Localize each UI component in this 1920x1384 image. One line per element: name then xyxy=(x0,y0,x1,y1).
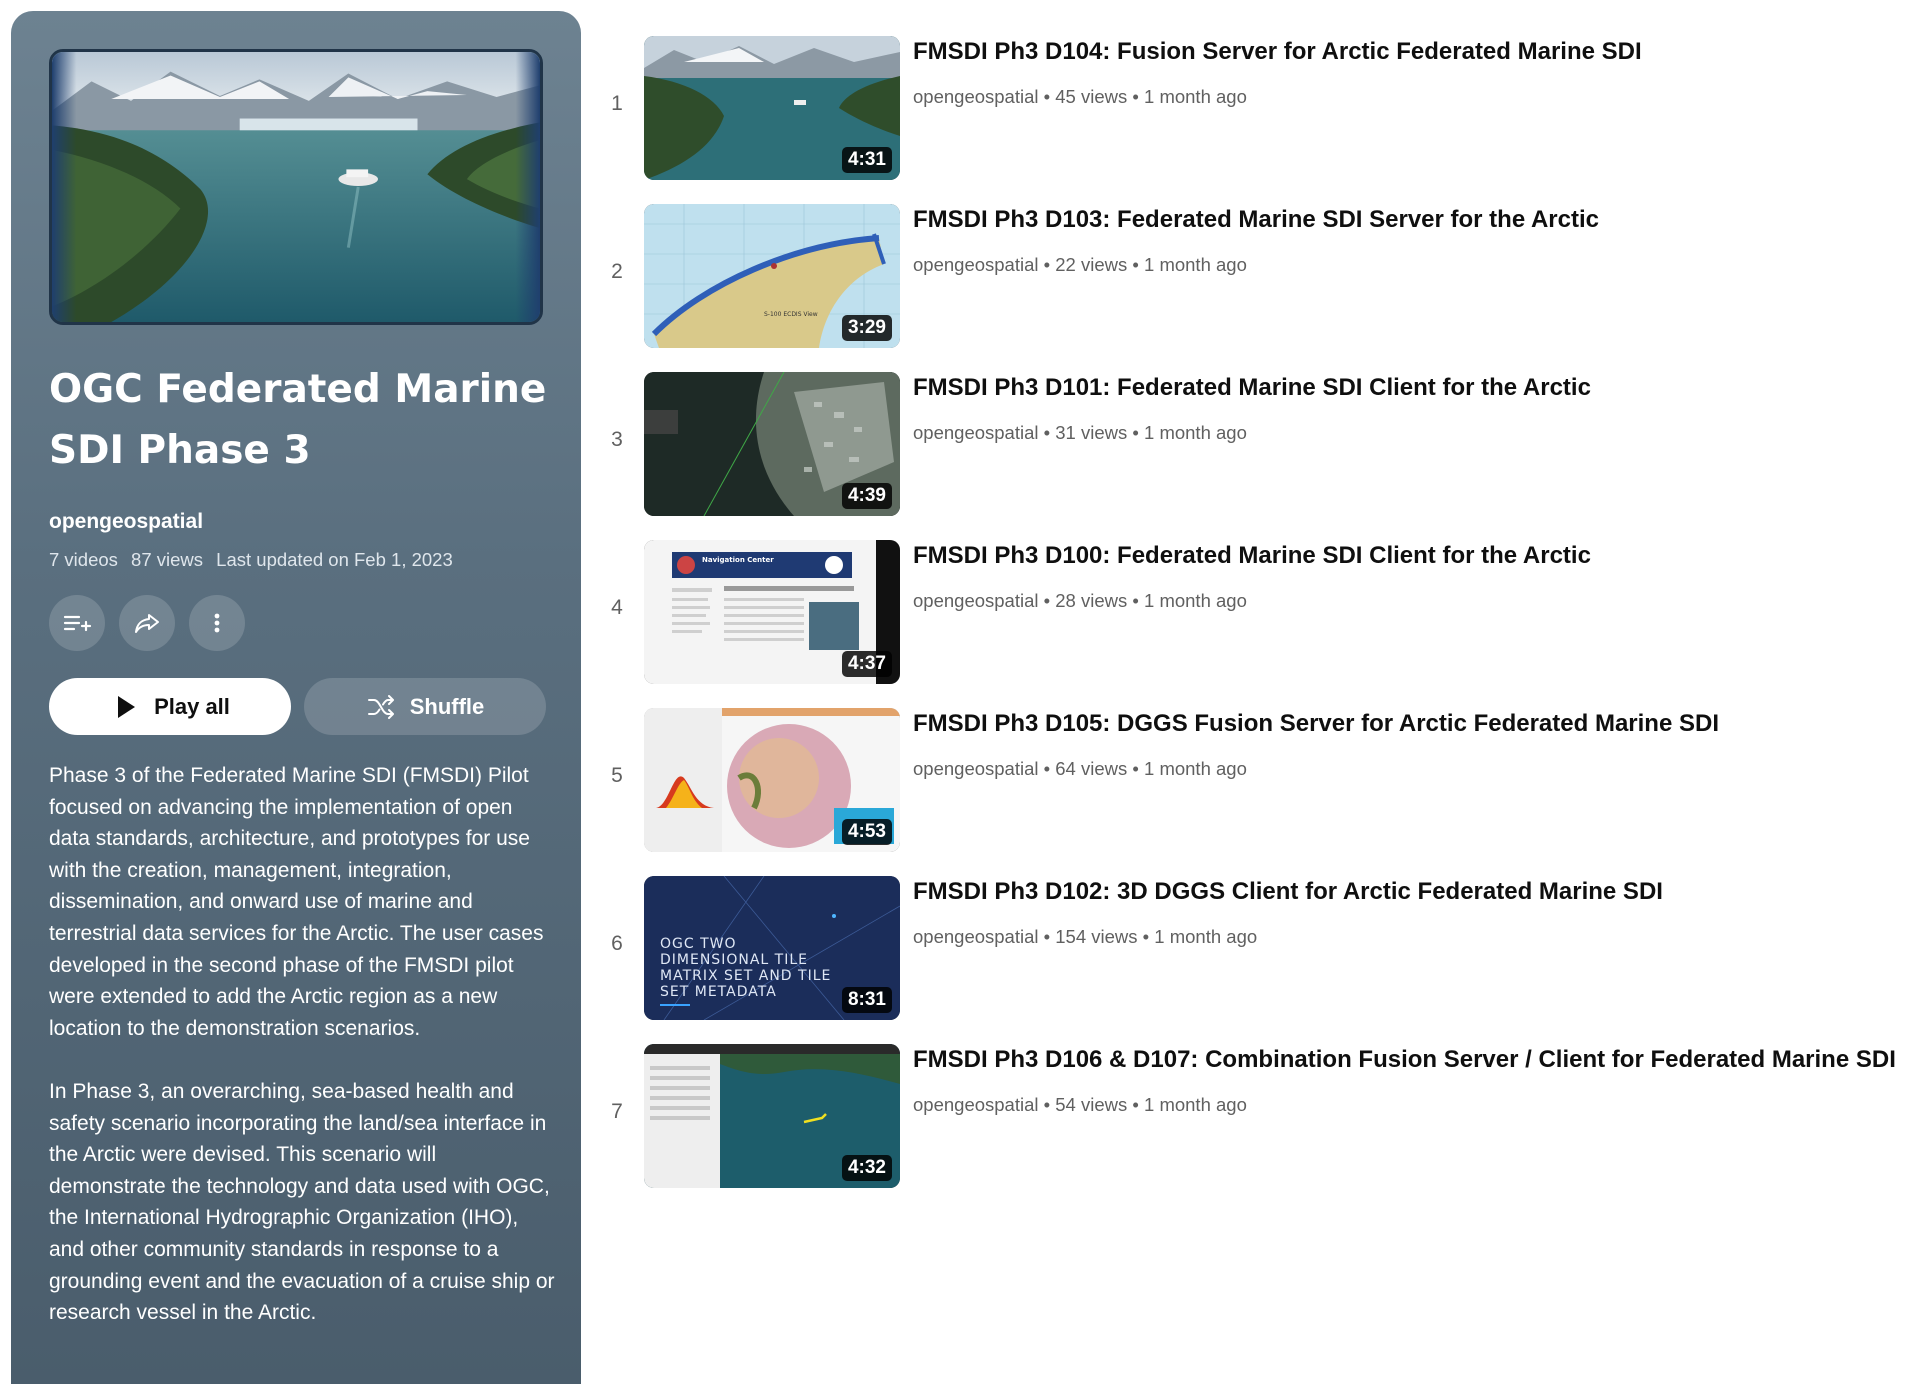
video-meta: opengeospatial • 28 views • 1 month ago xyxy=(913,590,1247,611)
video-title[interactable]: FMSDI Ph3 D105: DGGS Fusion Server for A… xyxy=(913,710,1719,738)
video-item[interactable]: 2 S-100 ECDIS View 3:29 FMSDI Ph3 D103: … xyxy=(600,204,1920,372)
video-count: 7 videos xyxy=(49,549,118,570)
video-thumbnail[interactable]: 4:39 xyxy=(644,372,900,516)
video-title[interactable]: FMSDI Ph3 D100: Federated Marine SDI Cli… xyxy=(913,542,1591,570)
play-all-label: Play all xyxy=(154,693,230,719)
video-meta: opengeospatial • 45 views • 1 month ago xyxy=(913,86,1247,107)
video-index: 2 xyxy=(611,260,623,283)
video-meta: opengeospatial • 64 views • 1 month ago xyxy=(913,758,1247,779)
video-age: 1 month ago xyxy=(1144,86,1247,107)
playlist-title: OGC Federated Marine SDI Phase 3 xyxy=(49,367,547,473)
shuffle-label: Shuffle xyxy=(409,693,485,719)
video-views: 31 views xyxy=(1055,422,1128,443)
video-title[interactable]: FMSDI Ph3 D103: Federated Marine SDI Ser… xyxy=(913,206,1599,234)
last-updated: Last updated on Feb 1, 2023 xyxy=(216,549,453,570)
playlist-thumbnail-image xyxy=(52,52,540,322)
description-paragraph: In Phase 3, an overarching, sea-based he… xyxy=(49,1079,555,1325)
video-views: 154 views xyxy=(1055,926,1138,947)
video-age: 1 month ago xyxy=(1144,1094,1247,1115)
video-item[interactable]: 1 4:31 FMSDI Ph3 D104: Fusion Server for… xyxy=(600,36,1920,204)
more-vert-icon xyxy=(214,613,220,633)
video-channel[interactable]: opengeospatial xyxy=(913,254,1039,275)
video-channel[interactable]: opengeospatial xyxy=(913,86,1039,107)
video-duration: 4:53 xyxy=(841,819,892,845)
video-index: 3 xyxy=(611,428,623,451)
video-index: 6 xyxy=(611,932,623,955)
video-thumbnail[interactable]: S-100 ECDIS View 3:29 xyxy=(644,204,900,348)
video-index: 1 xyxy=(611,92,623,115)
video-title[interactable]: FMSDI Ph3 D104: Fusion Server for Arctic… xyxy=(913,38,1642,66)
thumbnail-caption: S-100 ECDIS View xyxy=(764,311,818,318)
video-duration: 4:31 xyxy=(841,147,892,173)
video-item[interactable]: 3 4:39 FMSDI Ph3 D101: Federated Marine … xyxy=(600,372,1920,540)
play-icon xyxy=(118,695,136,718)
playlist-stats: 7 videos 87 views Last updated on Feb 1,… xyxy=(49,549,461,571)
play-all-button[interactable]: Play all xyxy=(49,678,291,735)
add-to-queue-icon xyxy=(63,615,92,632)
description-paragraph: Phase 3 of the Federated Marine SDI (FMS… xyxy=(49,764,544,1040)
playlist-thumbnail[interactable] xyxy=(49,49,543,325)
video-duration: 8:31 xyxy=(841,987,892,1013)
view-count: 87 views xyxy=(131,549,204,570)
video-duration: 4:39 xyxy=(841,483,892,509)
video-thumbnail[interactable]: 4:31 xyxy=(644,36,900,180)
thumbnail-caption: SET METADATA xyxy=(660,984,777,1000)
thumbnail-caption: Navigation Center xyxy=(702,556,774,564)
playlist-description: Phase 3 of the Federated Marine SDI (FMS… xyxy=(49,760,555,1360)
video-channel[interactable]: opengeospatial xyxy=(913,1094,1039,1115)
video-item[interactable]: 5 4:53 FMSDI Ph3 D105: DGGS Fusion Serve… xyxy=(600,708,1920,876)
video-index: 7 xyxy=(611,1100,623,1123)
play-buttons: Play all Shuffle xyxy=(49,678,546,735)
video-thumbnail[interactable]: 4:53 xyxy=(644,708,900,852)
video-channel[interactable]: opengeospatial xyxy=(913,926,1039,947)
video-duration: 4:37 xyxy=(841,651,892,677)
channel-name[interactable]: opengeospatial xyxy=(49,510,203,534)
video-item[interactable]: 6 OGC TWO DIMENSIONAL TILE MATRIX SET AN… xyxy=(600,876,1920,1044)
video-index: 4 xyxy=(611,596,623,619)
share-button[interactable] xyxy=(119,595,175,651)
video-duration: 4:32 xyxy=(841,1155,892,1181)
video-channel[interactable]: opengeospatial xyxy=(913,422,1039,443)
video-age: 1 month ago xyxy=(1144,758,1247,779)
video-channel[interactable]: opengeospatial xyxy=(913,758,1039,779)
video-title[interactable]: FMSDI Ph3 D106 & D107: Combination Fusio… xyxy=(913,1046,1896,1074)
add-to-queue-button[interactable] xyxy=(49,595,105,651)
video-meta: opengeospatial • 54 views • 1 month ago xyxy=(913,1094,1247,1115)
thumbnail-caption: DIMENSIONAL TILE xyxy=(660,952,808,968)
thumbnail-caption: OGC TWO xyxy=(660,936,737,952)
video-channel[interactable]: opengeospatial xyxy=(913,590,1039,611)
video-meta: opengeospatial • 154 views • 1 month ago xyxy=(913,926,1258,947)
shuffle-icon xyxy=(367,694,394,719)
video-item[interactable]: 7 4:32 FMSDI Ph3 D106 & D107: Combinatio… xyxy=(600,1044,1920,1212)
video-views: 28 views xyxy=(1055,590,1128,611)
video-list: 1 4:31 FMSDI Ph3 D104: Fusion Server for… xyxy=(600,36,1920,1212)
video-age: 1 month ago xyxy=(1144,590,1247,611)
video-age: 1 month ago xyxy=(1144,254,1247,275)
playlist-actions xyxy=(49,595,245,651)
video-thumbnail[interactable]: Navigation Center 4:37 xyxy=(644,540,900,684)
video-thumbnail[interactable]: 4:32 xyxy=(644,1044,900,1188)
share-icon xyxy=(135,614,159,633)
video-meta: opengeospatial • 31 views • 1 month ago xyxy=(913,422,1247,443)
video-age: 1 month ago xyxy=(1144,422,1247,443)
thumbnail-caption: MATRIX SET AND TILE xyxy=(660,968,831,984)
video-views: 64 views xyxy=(1055,758,1128,779)
video-views: 54 views xyxy=(1055,1094,1128,1115)
video-age: 1 month ago xyxy=(1154,926,1258,947)
video-views: 45 views xyxy=(1055,86,1128,107)
video-index: 5 xyxy=(611,764,623,787)
video-thumbnail[interactable]: OGC TWO DIMENSIONAL TILE MATRIX SET AND … xyxy=(644,876,900,1020)
more-actions-button[interactable] xyxy=(189,595,245,651)
video-duration: 3:29 xyxy=(841,315,892,341)
video-views: 22 views xyxy=(1055,254,1128,275)
shuffle-button[interactable]: Shuffle xyxy=(304,678,546,735)
video-title[interactable]: FMSDI Ph3 D101: Federated Marine SDI Cli… xyxy=(913,374,1591,402)
video-meta: opengeospatial • 22 views • 1 month ago xyxy=(913,254,1247,275)
video-item[interactable]: 4 Navigation Center 4:37 FMSDI Ph3 D100:… xyxy=(600,540,1920,708)
video-title[interactable]: FMSDI Ph3 D102: 3D DGGS Client for Arcti… xyxy=(913,878,1663,906)
playlist-header-panel: OGC Federated Marine SDI Phase 3 opengeo… xyxy=(11,11,581,1384)
